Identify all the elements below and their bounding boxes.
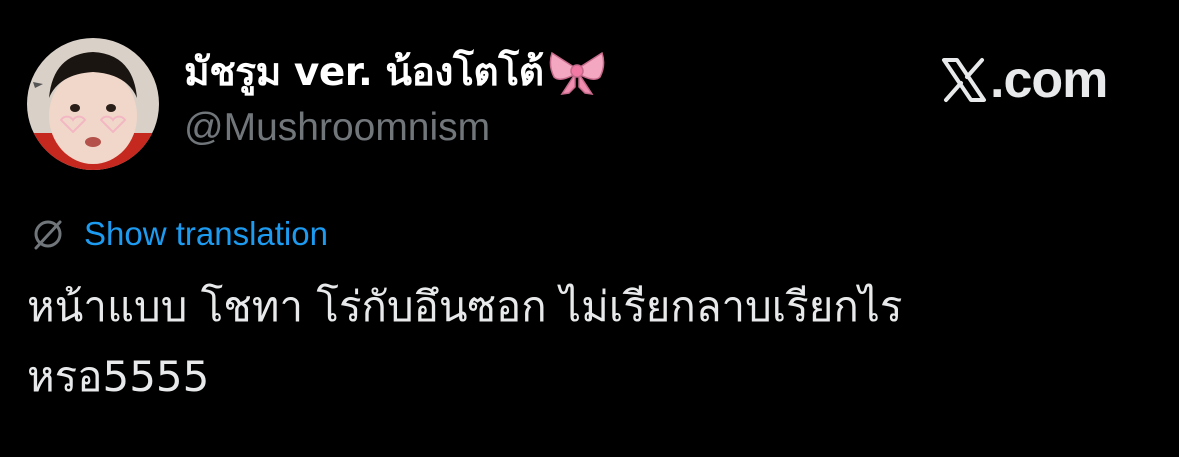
tweet-text: หน้าแบบ โชทา โร่กับอึนซอก ไม่เรียกลาบเรี… xyxy=(27,272,1147,412)
display-name[interactable]: มัชรูม ver. น้องโตโต้ xyxy=(184,41,544,103)
translation-row[interactable]: Show translation xyxy=(30,210,328,258)
x-logo-icon xyxy=(940,56,988,104)
tweet-card: มัชรูม ver. น้องโตโต้ @Mushroomnism .com xyxy=(0,0,1179,457)
avatar[interactable] xyxy=(27,38,159,170)
ribbon-bow-icon xyxy=(548,47,606,97)
tweet-text-line: หรอ5555 xyxy=(27,352,210,401)
brand-watermark: .com xyxy=(940,50,1108,110)
author-handle[interactable]: @Mushroomnism xyxy=(184,106,490,150)
translate-globe-icon xyxy=(30,216,66,252)
author-name-row[interactable]: มัชรูม ver. น้องโตโต้ xyxy=(184,44,606,100)
brand-domain-text: .com xyxy=(990,51,1108,109)
avatar-image xyxy=(27,38,159,170)
show-translation-link[interactable]: Show translation xyxy=(84,215,328,253)
tweet-text-line: หน้าแบบ โชทา โร่กับอึนซอก ไม่เรียกลาบเรี… xyxy=(27,282,903,331)
